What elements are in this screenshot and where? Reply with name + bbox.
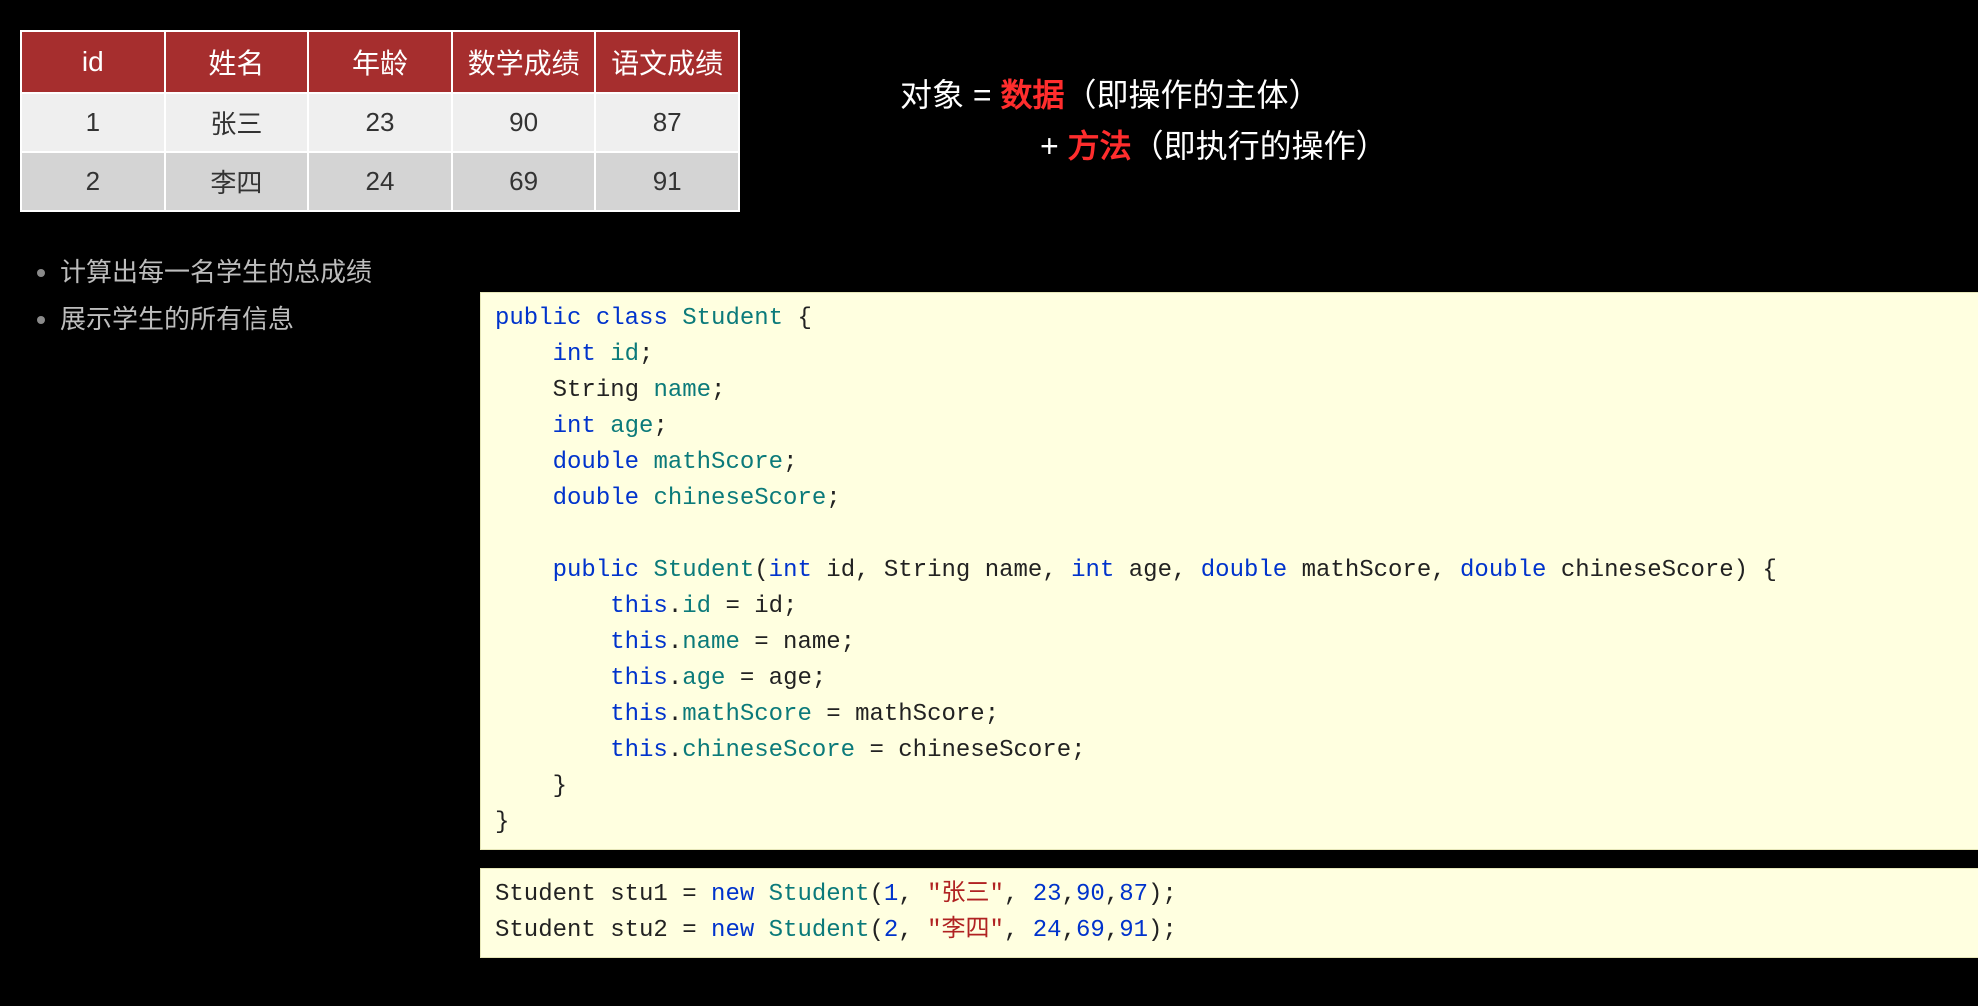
table-header-row: id 姓名 年龄 数学成绩 语文成绩	[21, 31, 739, 93]
cell: 24	[308, 152, 452, 211]
note-text: +	[1040, 128, 1068, 164]
note-highlight-method: 方法	[1068, 128, 1132, 164]
col-name: 姓名	[165, 31, 309, 93]
note-line-2: + 方法（即执行的操作）	[860, 121, 1958, 172]
table-row: 2 李四 24 69 91	[21, 152, 739, 211]
note-text: （即操作的主体）	[1065, 77, 1321, 113]
notes-block: 对象 = 数据（即操作的主体） + 方法（即执行的操作）	[860, 30, 1958, 172]
note-text: 对象 =	[900, 77, 1000, 113]
code-object-creation: Student stu1 = new Student(1, "张三", 23,9…	[480, 868, 1978, 958]
col-chinese: 语文成绩	[595, 31, 739, 93]
cell: 90	[452, 93, 596, 152]
note-text: （即执行的操作）	[1132, 128, 1388, 164]
cell: 1	[21, 93, 165, 152]
col-math: 数学成绩	[452, 31, 596, 93]
col-age: 年龄	[308, 31, 452, 93]
cell: 张三	[165, 93, 309, 152]
cell: 李四	[165, 152, 309, 211]
task-item: 计算出每一名学生的总成绩	[60, 252, 1958, 289]
cell: 87	[595, 93, 739, 152]
cell: 69	[452, 152, 596, 211]
cell: 91	[595, 152, 739, 211]
note-line-1: 对象 = 数据（即操作的主体）	[860, 70, 1958, 121]
table-row: 1 张三 23 90 87	[21, 93, 739, 152]
cell: 23	[308, 93, 452, 152]
col-id: id	[21, 31, 165, 93]
code-class-definition: public class Student { int id; String na…	[480, 292, 1978, 850]
students-table: id 姓名 年龄 数学成绩 语文成绩 1 张三 23 90 87 2 李四 24…	[20, 30, 740, 212]
cell: 2	[21, 152, 165, 211]
note-highlight-data: 数据	[1000, 77, 1064, 113]
